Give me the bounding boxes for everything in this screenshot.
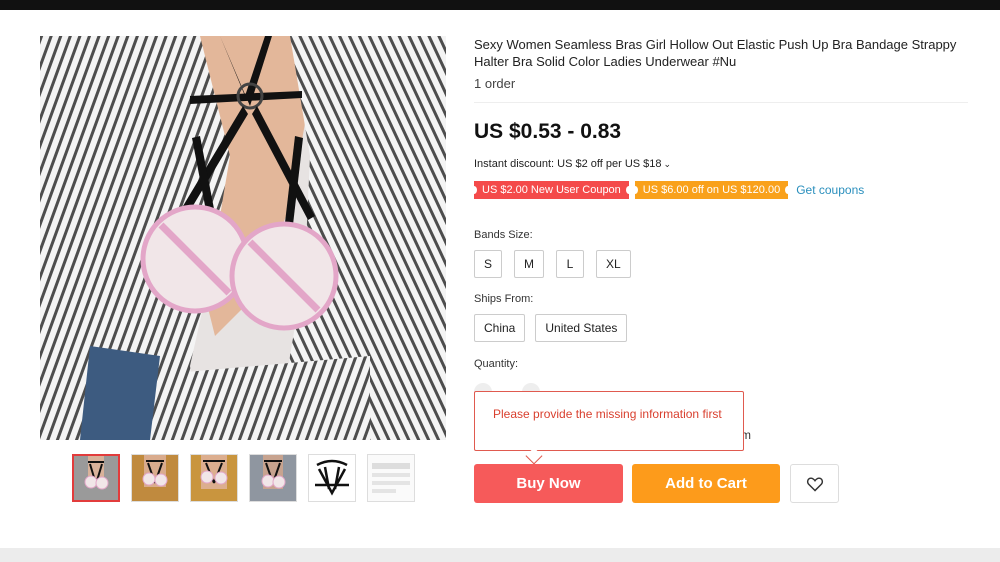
product-title: Sexy Women Seamless Bras Girl Hollow Out… — [474, 37, 957, 69]
size-option-xl[interactable]: XL — [596, 250, 631, 278]
thumbnail-1[interactable] — [72, 454, 120, 502]
thumbnail-6[interactable] — [367, 454, 415, 502]
thumbnail-4[interactable] — [249, 454, 297, 502]
thumbnail-strip — [72, 454, 415, 502]
tooltip-message: Please provide the missing information f… — [493, 407, 722, 421]
ships-from-united-states[interactable]: United States — [535, 314, 628, 342]
store-coupon[interactable]: US $6.00 off on US $120.00 — [631, 181, 792, 199]
quantity-label: Quantity: — [474, 358, 519, 370]
thumbnail-3[interactable] — [190, 454, 238, 502]
get-coupons-link[interactable]: Get coupons — [796, 183, 864, 197]
bottom-band — [0, 548, 1000, 562]
missing-info-tooltip: Please provide the missing information f… — [474, 391, 744, 451]
size-option-s[interactable]: S — [474, 250, 503, 278]
buy-now-button[interactable]: Buy Now — [474, 464, 623, 503]
size-option-m[interactable]: M — [514, 250, 545, 278]
thumbnail-6-image — [368, 455, 414, 501]
chevron-down-icon: ⌄ — [663, 159, 672, 169]
main-product-photo — [40, 36, 446, 440]
ships-from-label: Ships From: — [474, 293, 534, 305]
order-count: 1 order — [474, 76, 516, 91]
heart-icon — [806, 476, 823, 492]
ships-from-china[interactable]: China — [474, 314, 526, 342]
top-bar — [0, 0, 1000, 10]
instant-discount[interactable]: Instant discount: US $2 off per US $18 ⌄ — [474, 158, 671, 170]
instant-discount-text: Instant discount: US $2 off per US $18 — [474, 158, 662, 170]
main-product-image[interactable] — [40, 36, 446, 440]
size-option-l[interactable]: L — [556, 250, 585, 278]
thumbnail-5-image — [309, 455, 355, 501]
thumbnail-1-image — [74, 456, 118, 500]
thumbnail-2-image — [132, 455, 178, 501]
bands-size-options: S M L XL — [474, 250, 631, 278]
coupon-row: US $2.00 New User Coupon US $6.00 off on… — [471, 181, 864, 199]
add-to-cart-button[interactable]: Add to Cart — [632, 464, 780, 503]
new-user-coupon[interactable]: US $2.00 New User Coupon — [471, 181, 632, 199]
thumbnail-2[interactable] — [131, 454, 179, 502]
bands-size-label: Bands Size: — [474, 229, 533, 241]
thumbnail-5[interactable] — [308, 454, 356, 502]
ships-from-options: China United States — [474, 314, 628, 342]
price: US $0.53 - 0.83 — [474, 120, 622, 143]
thumbnail-3-image — [191, 455, 237, 501]
divider — [474, 102, 968, 103]
wishlist-button[interactable] — [790, 464, 839, 503]
thumbnail-4-image — [250, 455, 296, 501]
